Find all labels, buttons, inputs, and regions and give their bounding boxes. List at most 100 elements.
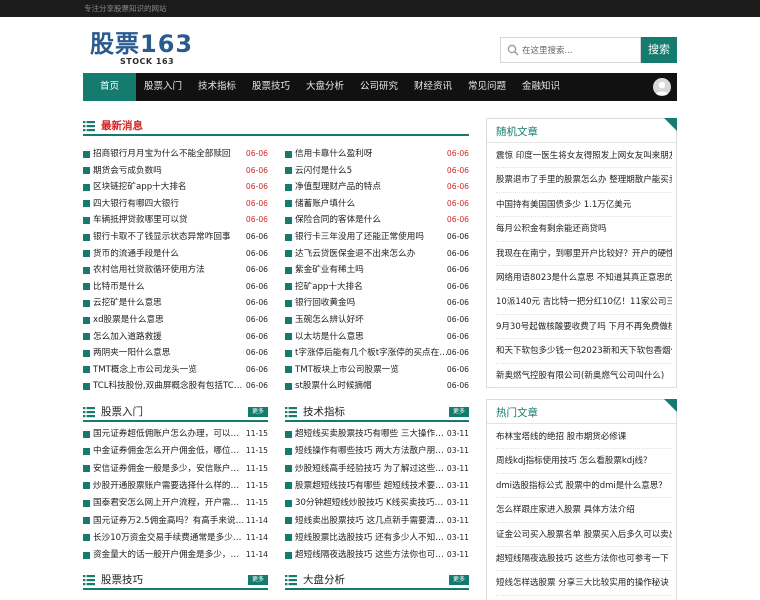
list-item-title[interactable]: 长沙10万资金交易手续费通常是多少，怎么开户 [93, 530, 245, 547]
list-item-title[interactable]: 区块链挖矿app十大排名 [93, 179, 243, 196]
list-item-title[interactable]: 怎么加入道路救援 [93, 329, 243, 346]
list-item-title[interactable]: 炒股短线高手经验技巧 为了解过这些了吗 [295, 461, 446, 478]
article-link[interactable]: 证金公司买入股票名单 股票买入后多久可以卖出 [496, 523, 672, 547]
article-link[interactable]: 超短线隔夜选股技巧 这些方法你也可参考一下 [496, 547, 672, 572]
list-item[interactable]: 银行卡取不了钱显示状态异常咋回事 06-06 [83, 229, 268, 246]
list-item[interactable]: 国元证券万2.5佣金高吗？有高手来说说吧 11-14 [83, 513, 268, 530]
list-item-title[interactable]: 四大银行有哪四大银行 [93, 196, 243, 213]
list-item[interactable]: 安信证券佣金一般是多少，安信账户如何开通11-15 [83, 461, 268, 478]
list-item-title[interactable]: 农村信用社贷款循环使用方法 [93, 262, 243, 279]
list-item-title[interactable]: 短线操作有哪些技巧 两大方法散户朋友要知道 [295, 443, 446, 460]
article-link[interactable]: 震惊 印度一医生将女友得照发上网女友叫来朋友 [496, 144, 672, 169]
list-item-title[interactable]: 中金证券佣金怎么开户佣金低，哪位老师可以推荐 [93, 443, 245, 460]
list-item-title[interactable]: TMT概念上市公司龙头一览 [93, 362, 243, 379]
list-item-title[interactable]: 国元证券万2.5佣金高吗？有高手来说说吧 [93, 513, 245, 530]
list-item-title[interactable]: 炒股开通股票账户需要选择什么样的证券公司 [93, 478, 245, 495]
list-item[interactable]: 炒股短线高手经验技巧 为了解过这些了吗 03-11 [285, 461, 469, 478]
list-item-title[interactable]: 两阴夹一阳什么意思 [93, 345, 243, 362]
list-item[interactable]: 四大银行有哪四大银行 06-06 [83, 196, 268, 213]
article-link[interactable]: dmi选股指标公式 股票中的dmi是什么意思？ [496, 474, 672, 499]
article-link[interactable]: 9月30号起做核酸要收费了吗 下月不再免费做核酸 [496, 315, 672, 340]
nav-item-rumen[interactable]: 股票入门 [136, 73, 190, 101]
list-item[interactable]: 信用卡靠什么盈利呀 06-06 [285, 146, 469, 163]
list-item[interactable]: 云闪付是什么5 06-06 [285, 163, 469, 180]
list-item-title[interactable]: 云挖矿是什么意思 [93, 295, 243, 312]
list-item-title[interactable]: 货币的流通手段是什么 [93, 246, 243, 263]
list-item[interactable]: 长沙10万资金交易手续费通常是多少，怎么开户11-14 [83, 530, 268, 547]
article-link[interactable]: 10派140元 吉比特一把分红10亿！11家公司三季报 [496, 290, 672, 315]
list-item[interactable]: 达飞云贷医保金退不出来怎么办 06-06 [285, 246, 469, 263]
article-link[interactable]: 和天下软包多少钱一包2023新和天下软包香烟价格 [496, 339, 672, 364]
dapan-more-button[interactable]: 更多 [449, 575, 469, 585]
list-item[interactable]: 比特币是什么 06-06 [83, 279, 268, 296]
list-item-title[interactable]: 储蓄账户填什么 [295, 196, 449, 213]
list-item-title[interactable]: 国泰君安怎么网上开户流程，开户需要什么资料 [93, 495, 245, 512]
list-item[interactable]: 紫金矿业有稀土吗 06-06 [285, 262, 469, 279]
list-item-title[interactable]: 短线股票比选股技巧 还有多少人不知道这些方法 [295, 530, 446, 547]
list-item-title[interactable]: 银行卡三年没用了还能正常使用吗 [295, 229, 449, 246]
list-item-title[interactable]: 玉碗怎么辨认好坏 [295, 312, 449, 329]
article-link[interactable]: 布林宝塔线的绝招 股市期货必修课 [496, 425, 672, 450]
list-item-title[interactable]: 以太坊是什么意思 [295, 329, 449, 346]
list-item[interactable]: 以太坊是什么意思 06-06 [285, 329, 469, 346]
list-item-title[interactable]: 紫金矿业有稀土吗 [295, 262, 449, 279]
article-link[interactable]: 周线kdj指标使用技巧 怎么看股票kdj线？ [496, 449, 672, 474]
list-item[interactable]: t字涨停后能有几个板t字涨停的买点在哪里 06-06 [285, 345, 469, 362]
search-button[interactable]: 搜索 [641, 37, 677, 63]
list-item[interactable]: 股票超短线技巧有哪些 超短线技术要点有哪些03-11 [285, 478, 469, 495]
nav-item-jishu[interactable]: 技术指标 [190, 73, 244, 101]
list-item[interactable]: 保险合同的客体是什么 06-06 [285, 212, 469, 229]
list-item-title[interactable]: 超短线买卖股票技巧有哪些 三大操作方法讲解 [295, 426, 446, 443]
list-item-title[interactable]: 招商银行月月宝为什么不能全部赎回 [93, 146, 243, 163]
list-item[interactable]: 车辆抵押贷款哪里可以贷 06-06 [83, 212, 268, 229]
list-item-title[interactable]: 信用卡靠什么盈利呀 [295, 146, 449, 163]
list-item-title[interactable]: 保险合同的客体是什么 [295, 212, 449, 229]
list-item[interactable]: 资金量大的话一般开户佣金是多少，哪家券商好11-14 [83, 547, 268, 564]
list-item-title[interactable]: 国元证券超低佣账户怎么办理，可以网上开户吗 [93, 426, 245, 443]
list-item[interactable]: 玉碗怎么辨认好坏 06-06 [285, 312, 469, 329]
list-item[interactable]: 农村信用社贷款循环使用方法 06-06 [83, 262, 268, 279]
article-link[interactable]: 怎么样跟庄家进入股票 具体方法介绍 [496, 498, 672, 523]
nav-item-home[interactable]: 首页 [83, 73, 136, 101]
list-item-title[interactable]: 短线卖出股票技巧 这几点新手需要清楚知道 [295, 513, 446, 530]
article-link[interactable]: 新奥燃气控股有限公司(新奥燃气公司叫什么) [496, 364, 672, 388]
list-item-title[interactable]: xd股票是什么意思 [93, 312, 243, 329]
site-logo[interactable]: 股票163 STOCK 163 [90, 30, 218, 70]
list-item-title[interactable]: st股票什么时候摘帽 [295, 378, 449, 395]
nav-item-caijing[interactable]: 财经资讯 [406, 73, 460, 101]
list-item[interactable]: 国元证券超低佣账户怎么办理，可以网上开户吗11-15 [83, 426, 268, 443]
list-item[interactable]: 中金证券佣金怎么开户佣金低，哪位老师可以推荐11-15 [83, 443, 268, 460]
list-item[interactable]: 怎么加入道路救援 06-06 [83, 329, 268, 346]
list-item-title[interactable]: 挖矿app十大排名 [295, 279, 449, 296]
list-item-title[interactable]: 达飞云贷医保金退不出来怎么办 [295, 246, 449, 263]
list-item-title[interactable]: 超短线隔夜选股技巧 这些方法你也可参考一下 [295, 547, 446, 564]
list-item-title[interactable]: TCL科技股份,双曲屏概念股有包括TCL科技 [93, 378, 243, 395]
list-item-title[interactable]: 安信证券佣金一般是多少，安信账户如何开通 [93, 461, 245, 478]
list-item[interactable]: 银行卡三年没用了还能正常使用吗 06-06 [285, 229, 469, 246]
nav-item-jinrong[interactable]: 金融知识 [514, 73, 568, 101]
list-item[interactable]: TCL科技股份,双曲屏概念股有包括TCL科技 06-06 [83, 378, 268, 395]
nav-item-jiqiao[interactable]: 股票技巧 [244, 73, 298, 101]
nav-item-wenti[interactable]: 常见问题 [460, 73, 514, 101]
list-item[interactable]: 超短线买卖股票技巧有哪些 三大操作方法讲解03-11 [285, 426, 469, 443]
list-item[interactable]: 净值型理财产品的特点 06-06 [285, 179, 469, 196]
list-item[interactable]: 30分钟超短线炒股技巧 K线买卖技巧分析讲解03-11 [285, 495, 469, 512]
list-item-title[interactable]: 车辆抵押贷款哪里可以贷 [93, 212, 243, 229]
article-link[interactable]: 网络用语8023是什么意思 不知道其真正意思的快看 [496, 266, 672, 291]
list-item[interactable]: 银行回收黄金吗 06-06 [285, 295, 469, 312]
article-link[interactable]: 每月公积金有剩余能还商贷吗 [496, 217, 672, 242]
article-link[interactable]: 股票退市了手里的股票怎么办 整理期散户能买卖吗 [496, 168, 672, 193]
rumen-more-button[interactable]: 更多 [248, 407, 268, 417]
user-avatar[interactable] [653, 78, 671, 96]
list-item-title[interactable]: 期货会亏成负数吗 [93, 163, 243, 180]
list-item-title[interactable]: 云闪付是什么5 [295, 163, 449, 180]
list-item[interactable]: 区块链挖矿app十大排名 06-06 [83, 179, 268, 196]
list-item[interactable]: xd股票是什么意思 06-06 [83, 312, 268, 329]
list-item[interactable]: 短线操作有哪些技巧 两大方法散户朋友要知道03-11 [285, 443, 469, 460]
list-item[interactable]: 超短线隔夜选股技巧 这些方法你也可参考一下03-11 [285, 547, 469, 564]
list-item[interactable]: TMT板块上市公司股票一览 06-06 [285, 362, 469, 379]
list-item[interactable]: 两阴夹一阳什么意思 06-06 [83, 345, 268, 362]
article-link[interactable]: 中国持有美国国债多少 1.1万亿美元 [496, 193, 672, 218]
list-item-title[interactable]: 30分钟超短线炒股技巧 K线买卖技巧分析讲解 [295, 495, 446, 512]
article-link[interactable]: 短线怎样选股票 分享三大比较实用的操作秘诀 [496, 571, 672, 596]
